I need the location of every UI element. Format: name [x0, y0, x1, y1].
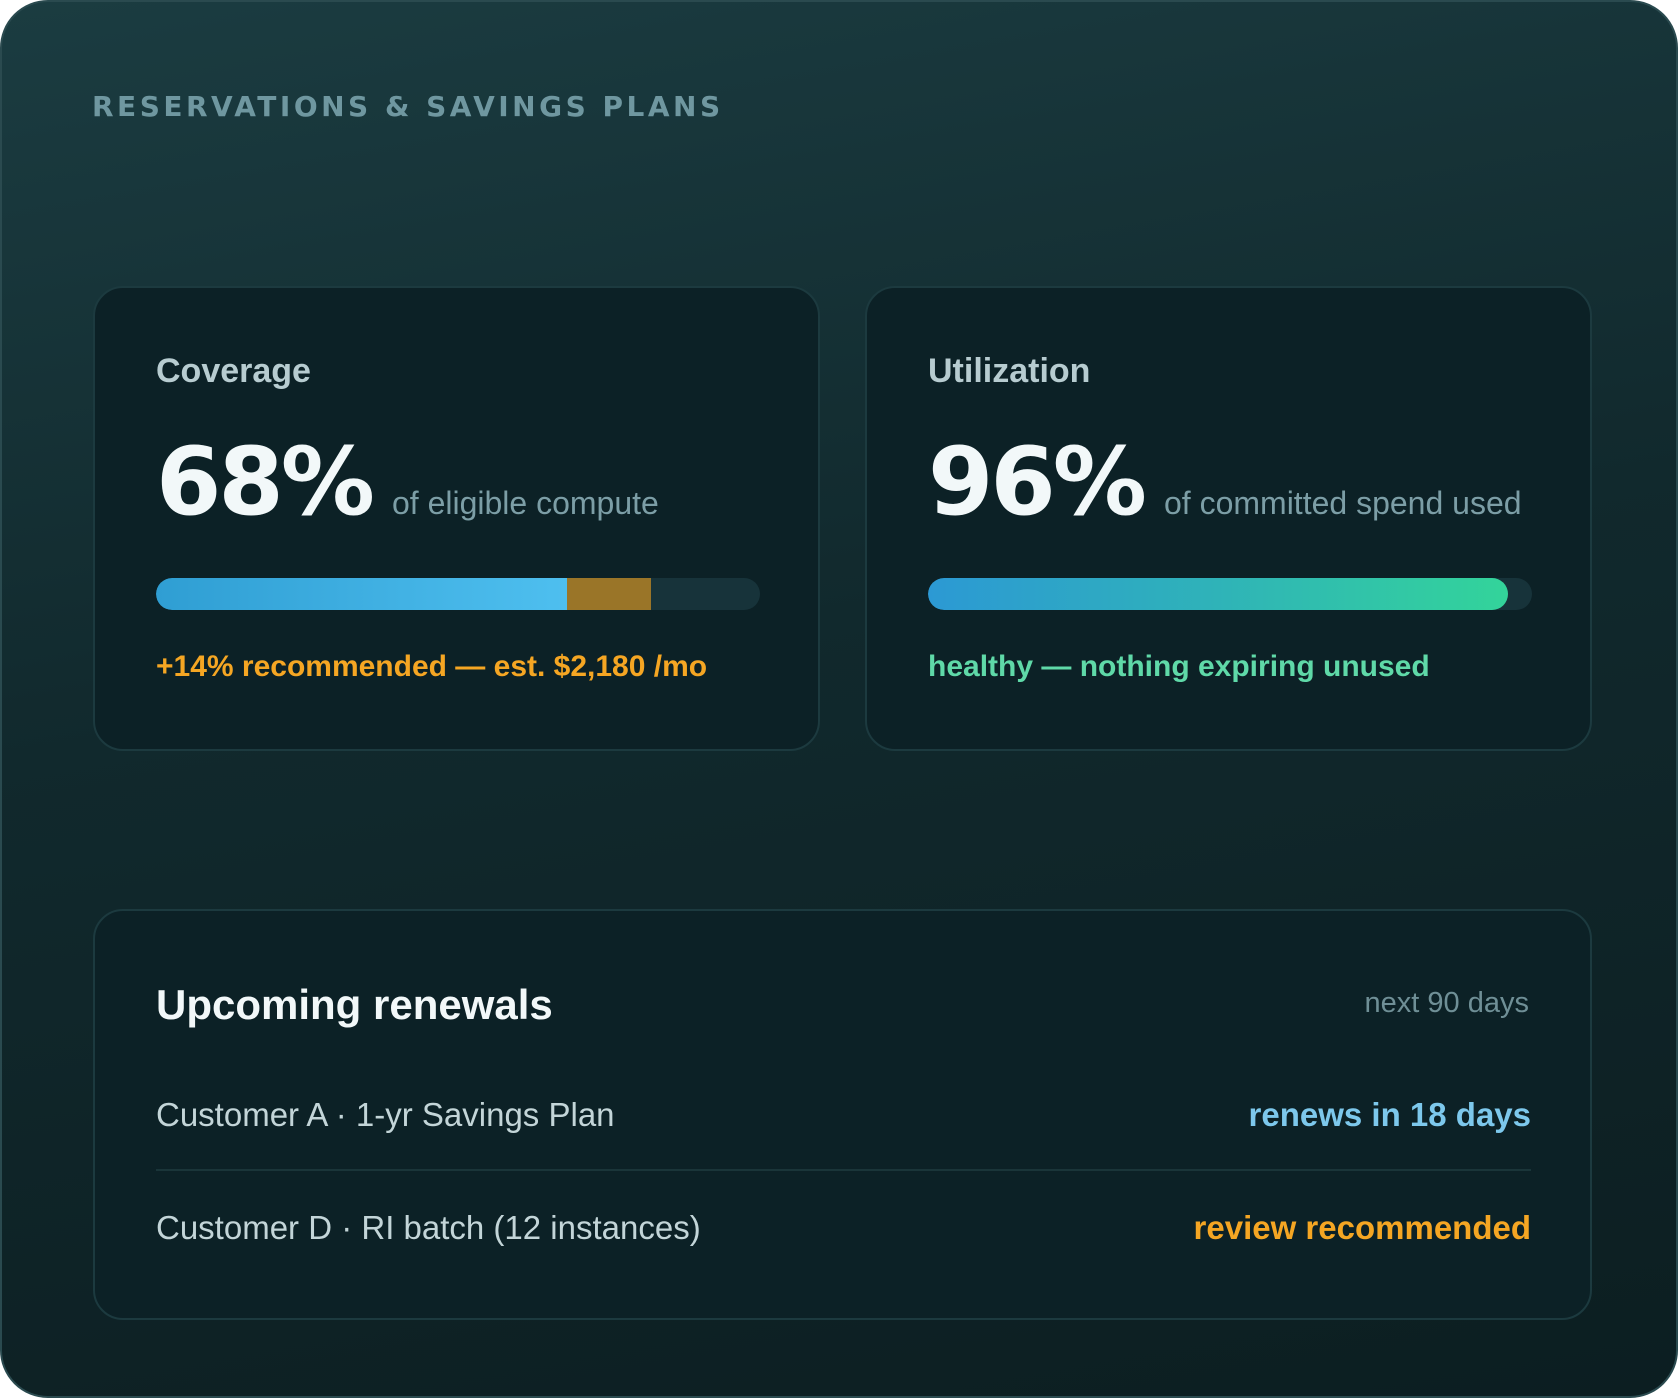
coverage-recommendation: +14% recommended — est. $2,180 /mo — [156, 650, 708, 683]
utilization-card: Utilization 96% of committed spend used … — [865, 286, 1592, 751]
utilization-label: Utilization — [928, 352, 1091, 390]
section-title: RESERVATIONS & SAVINGS PLANS — [92, 90, 724, 123]
coverage-progress-fill — [156, 578, 567, 610]
utilization-value: 96% — [928, 428, 1147, 537]
utilization-description: of committed spend used — [1164, 485, 1522, 521]
utilization-status: healthy — nothing expiring unused — [928, 650, 1430, 683]
renewal-name: Customer A · 1-yr Savings Plan — [156, 1096, 615, 1133]
renewal-row[interactable]: Customer D · RI batch (12 instances) rev… — [156, 1173, 1531, 1283]
renewal-status: renews in 18 days — [1248, 1096, 1531, 1133]
coverage-card: Coverage 68% of eligible compute +14% re… — [93, 286, 820, 751]
reservations-panel: RESERVATIONS & SAVINGS PLANS Coverage 68… — [0, 0, 1678, 1398]
coverage-value: 68% — [156, 428, 375, 537]
renewal-name: Customer D · RI batch (12 instances) — [156, 1209, 701, 1246]
coverage-label: Coverage — [156, 352, 311, 390]
renewal-status: review recommended — [1193, 1209, 1531, 1246]
coverage-recommended-segment — [566, 578, 652, 610]
renewals-card: Upcoming renewals next 90 days Customer … — [93, 909, 1592, 1320]
renewals-window: next 90 days — [1364, 987, 1529, 1019]
renewal-row[interactable]: Customer A · 1-yr Savings Plan renews in… — [156, 1061, 1531, 1171]
coverage-description: of eligible compute — [392, 485, 659, 521]
coverage-metric: 68% of eligible compute — [156, 436, 659, 530]
coverage-progress-bar — [156, 578, 760, 610]
utilization-metric: 96% of committed spend used — [928, 436, 1522, 530]
utilization-progress-bar — [928, 578, 1532, 610]
renewals-title: Upcoming renewals — [156, 981, 553, 1028]
utilization-progress-fill — [928, 578, 1508, 610]
